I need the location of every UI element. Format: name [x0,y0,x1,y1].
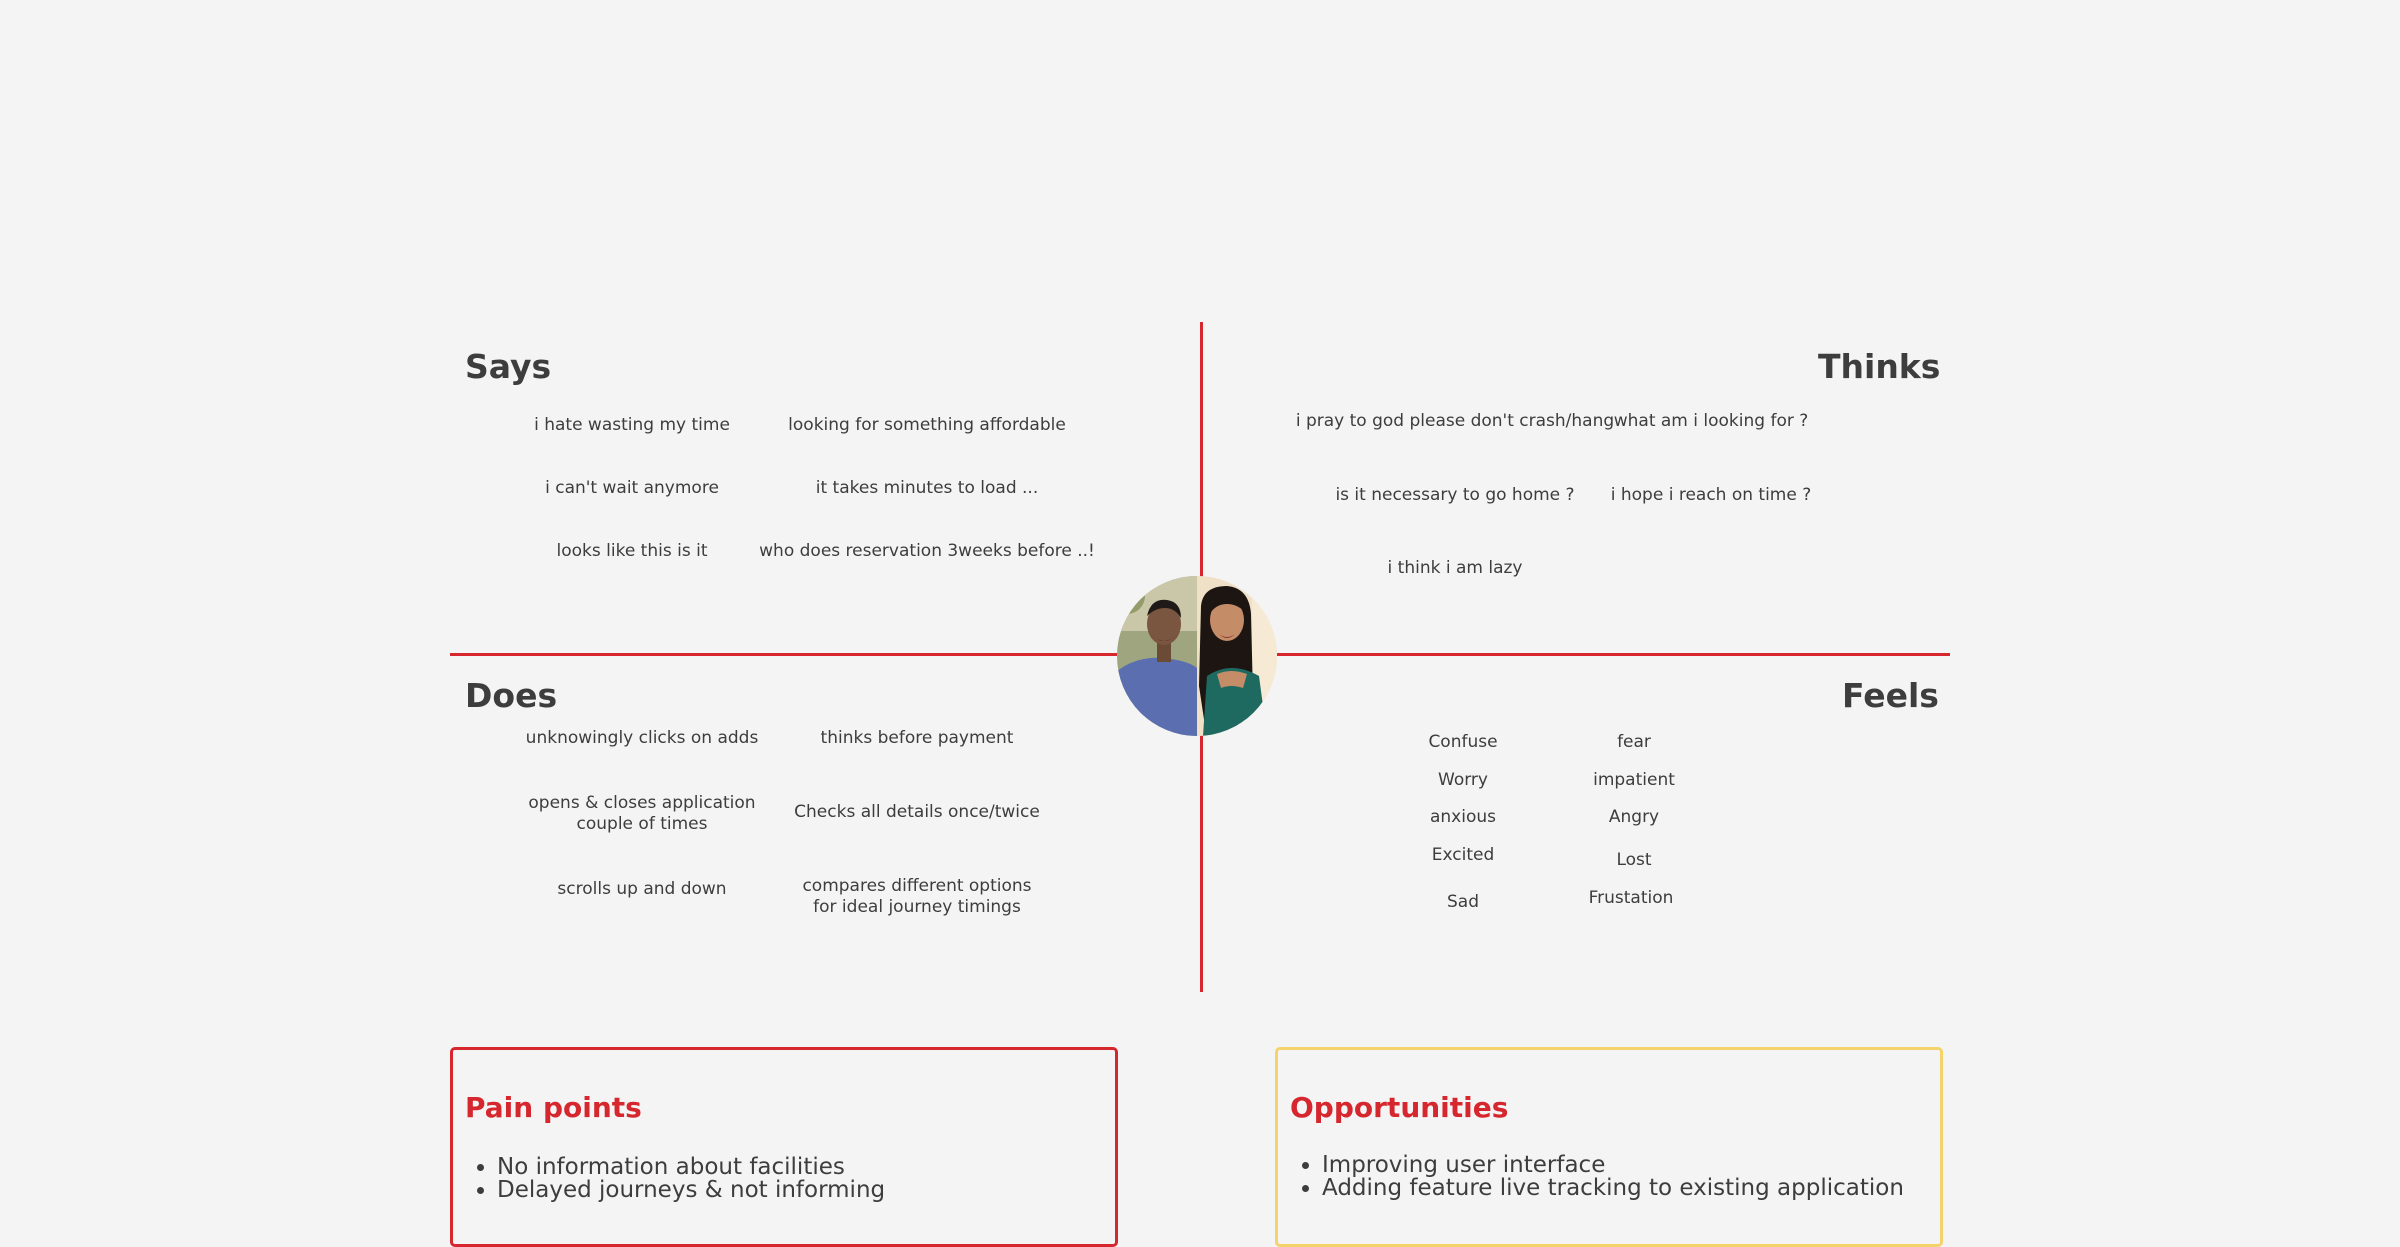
sticky-note: i hate wasting my time [534,415,730,435]
list-item: Delayed journeys & not informing [497,1179,885,1202]
sticky-note: opens & closes application couple of tim… [528,793,756,834]
horizontal-axis-line-left [450,653,1120,656]
persona-photo-male [1117,576,1197,736]
quadrant-title-says: Says [465,347,552,386]
sticky-note: is it necessary to go home ? [1335,485,1575,505]
sticky-note: fear [1617,732,1651,752]
sticky-note: who does reservation 3weeks before ..! [759,541,1095,561]
opportunities-title: Opportunities [1290,1091,1509,1124]
sticky-note: impatient [1593,770,1675,790]
list-item: Improving user interface [1322,1154,1904,1177]
horizontal-axis-line-right [1277,653,1950,656]
quadrant-title-feels: Feels [1842,676,1939,715]
sticky-note: scrolls up and down [557,879,727,899]
sticky-note: i hope i reach on time ? [1610,485,1812,505]
opportunities-list: Improving user interface Adding feature … [1290,1154,1904,1200]
sticky-note: i think i am lazy [1387,558,1523,578]
persona-avatar [1117,576,1277,736]
list-item: Adding feature live tracking to existing… [1322,1177,1904,1200]
pain-points-list: No information about facilities Delayed … [465,1156,885,1202]
sticky-note: Checks all details once/twice [794,802,1040,822]
sticky-note: Confuse [1428,732,1498,752]
sticky-note: it takes minutes to load ... [815,478,1039,498]
sticky-note: anxious [1429,807,1497,827]
sticky-note: Sad [1447,892,1479,912]
pain-points-card: Pain points No information about facilit… [450,1047,1118,1247]
sticky-note: compares different options for ideal jou… [802,876,1032,917]
sticky-note: Frustation [1588,888,1674,908]
sticky-note: Excited [1431,845,1495,865]
pain-points-title: Pain points [465,1091,642,1124]
sticky-note: Lost [1616,850,1652,870]
quadrant-title-does: Does [465,676,558,715]
opportunities-card: Opportunities Improving user interface A… [1275,1047,1943,1247]
sticky-note: looking for something affordable [788,415,1066,435]
sticky-note: i can't wait anymore [545,478,719,498]
sticky-note: looks like this is it [556,541,708,561]
sticky-note: Worry [1438,770,1488,790]
sticky-note: what am i looking for ? [1613,411,1809,431]
persona-photo-female [1197,576,1277,736]
sticky-note: thinks before payment [820,728,1014,748]
list-item: No information about facilities [497,1156,885,1179]
sticky-note: Angry [1608,807,1660,827]
sticky-note: i pray to god please don't crash/hang [1295,411,1615,431]
sticky-note: unknowingly clicks on adds [525,728,759,748]
quadrant-title-thinks: Thinks [1818,347,1941,386]
